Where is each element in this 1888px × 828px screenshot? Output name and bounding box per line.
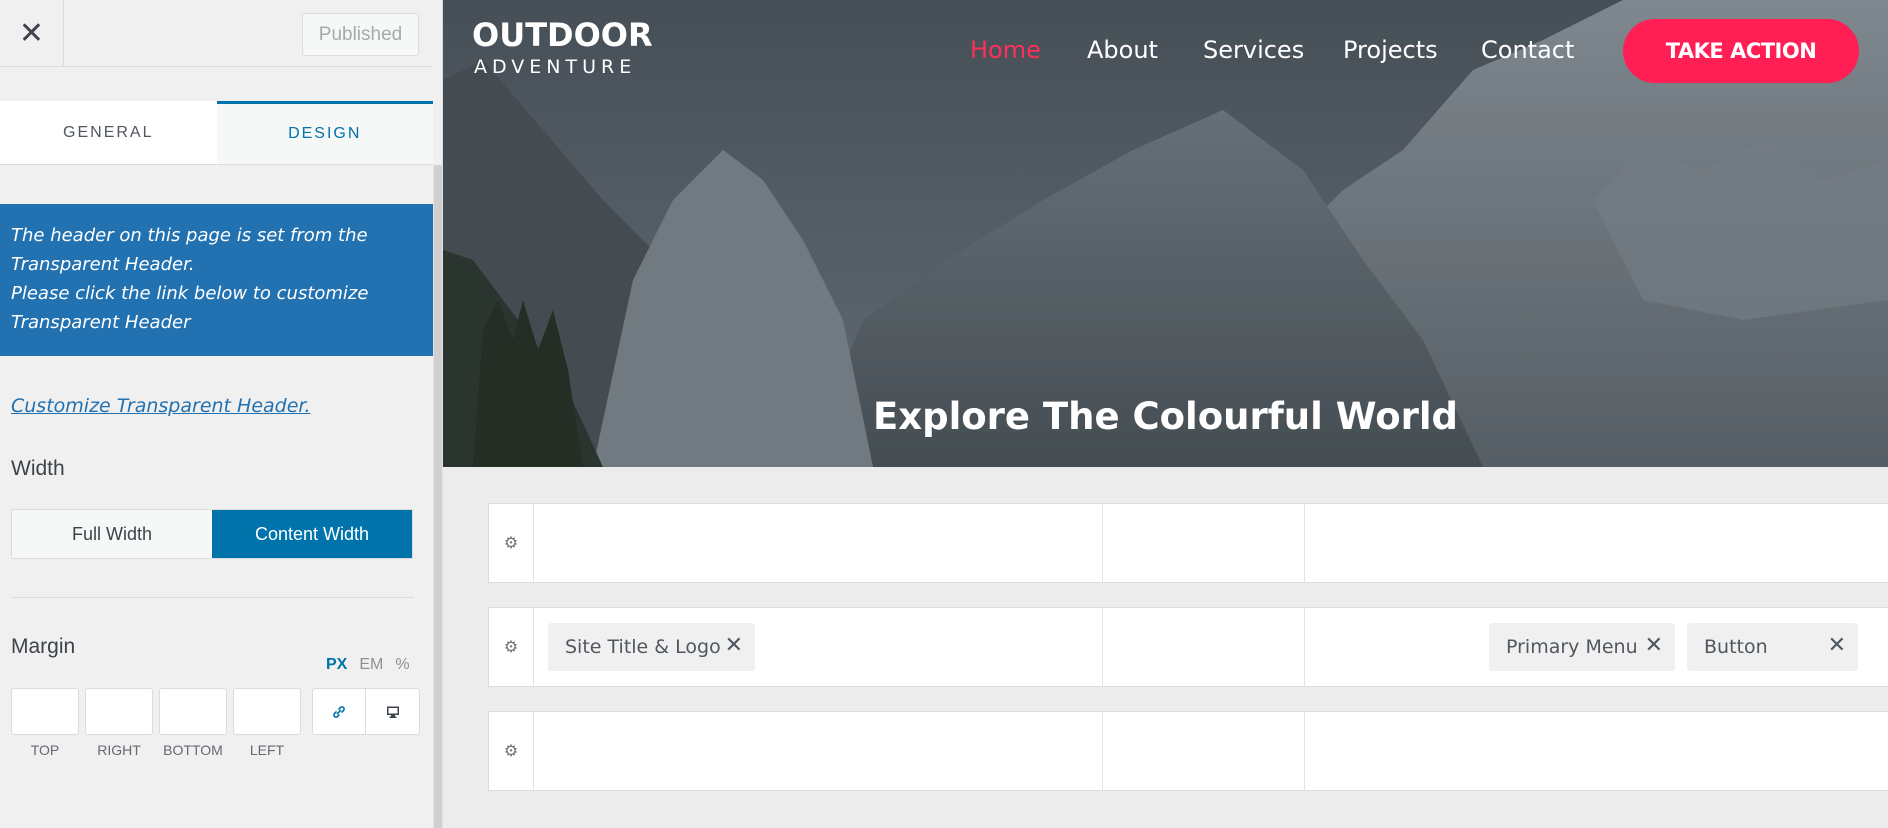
margin-caption-top: TOP <box>30 742 60 758</box>
builder-row-bottom[interactable]: ⚙ <box>488 711 1888 791</box>
content-width-button[interactable]: Content Width <box>212 510 412 558</box>
button-chip[interactable]: Button ✕ <box>1687 623 1858 671</box>
width-toggle: Full Width Content Width <box>11 509 413 559</box>
tab-general[interactable]: GENERAL <box>0 101 217 164</box>
full-width-button[interactable]: Full Width <box>12 510 212 558</box>
tabs: GENERAL DESIGN <box>0 101 433 165</box>
primary-menu-chip[interactable]: Primary Menu ✕ <box>1489 623 1675 671</box>
margin-label: Margin <box>11 635 76 658</box>
margin-bottom-input[interactable] <box>159 688 227 735</box>
site-logo-subtitle[interactable]: ADVENTURE <box>474 56 636 78</box>
sidebar-scrollbar-thumb[interactable] <box>434 165 442 828</box>
link-icon[interactable] <box>312 688 366 735</box>
margin-right-input[interactable] <box>85 688 153 735</box>
margin-captions: TOP RIGHT BOTTOM LEFT <box>11 742 301 758</box>
builder-row-top[interactable]: ⚙ <box>488 503 1888 583</box>
gear-icon[interactable]: ⚙ <box>489 504 534 582</box>
margin-caption-bottom: BOTTOM <box>163 742 223 758</box>
nav-services[interactable]: Services <box>1203 36 1304 64</box>
transparent-header-notice: The header on this page is set from the … <box>0 204 433 356</box>
nav-projects[interactable]: Projects <box>1343 36 1438 64</box>
margin-left-input[interactable] <box>233 688 301 735</box>
close-icon[interactable]: ✕ <box>725 633 743 658</box>
margin-caption-left: LEFT <box>249 742 285 758</box>
take-action-button[interactable]: TAKE ACTION <box>1623 19 1859 83</box>
column-divider <box>1304 504 1305 582</box>
column-divider <box>1102 712 1103 790</box>
margin-caption-right: RIGHT <box>97 742 141 758</box>
site-title-logo-chip[interactable]: Site Title & Logo ✕ <box>548 623 755 671</box>
gear-icon[interactable]: ⚙ <box>489 712 534 790</box>
hero-heading: Explore The Colourful World <box>443 395 1888 438</box>
unit-px[interactable]: PX <box>326 656 347 674</box>
column-divider <box>1304 608 1305 686</box>
builder-row-main[interactable]: ⚙ Site Title & Logo ✕ Primary Menu ✕ But… <box>488 607 1888 687</box>
close-icon[interactable]: ✕ <box>1645 633 1663 658</box>
notice-line: Transparent Header. <box>11 254 195 275</box>
customize-transparent-header-link[interactable]: Customize Transparent Header. <box>11 395 311 417</box>
notice-line: Transparent Header <box>11 312 191 333</box>
notice-line: Please click the link below to customize <box>11 283 369 304</box>
customizer-sidebar: ✕ Published GENERAL DESIGN The header on… <box>0 0 443 828</box>
desktop-icon[interactable] <box>366 688 420 735</box>
column-divider <box>1102 608 1103 686</box>
hero-banner: OUTDOOR ADVENTURE Home About Services Pr… <box>443 0 1888 467</box>
gear-icon[interactable]: ⚙ <box>489 608 534 686</box>
column-divider <box>1102 504 1103 582</box>
nav-contact[interactable]: Contact <box>1481 36 1574 64</box>
column-divider <box>1304 712 1305 790</box>
width-label: Width <box>11 457 65 480</box>
notice-line: The header on this page is set from the <box>11 225 368 246</box>
divider <box>11 597 414 598</box>
unit-switcher: PX EM % <box>326 656 410 674</box>
close-icon[interactable]: ✕ <box>0 0 64 67</box>
site-preview: OUTDOOR ADVENTURE Home About Services Pr… <box>443 0 1888 828</box>
close-icon[interactable]: ✕ <box>1828 633 1846 658</box>
site-logo-title[interactable]: OUTDOOR <box>472 16 653 54</box>
published-button[interactable]: Published <box>302 13 419 56</box>
nav-home[interactable]: Home <box>970 36 1041 64</box>
chip-label: Button <box>1704 636 1768 658</box>
nav-about[interactable]: About <box>1087 36 1158 64</box>
unit-percent[interactable]: % <box>395 656 409 674</box>
chip-label: Site Title & Logo <box>565 636 721 658</box>
sidebar-header: ✕ Published <box>0 0 433 67</box>
tab-design[interactable]: DESIGN <box>216 101 433 164</box>
unit-em[interactable]: EM <box>359 656 383 674</box>
margin-inputs <box>11 688 420 735</box>
hero-heading-text: Explore The Colourful World <box>872 395 1459 438</box>
margin-top-input[interactable] <box>11 688 79 735</box>
chip-label: Primary Menu <box>1506 636 1638 658</box>
